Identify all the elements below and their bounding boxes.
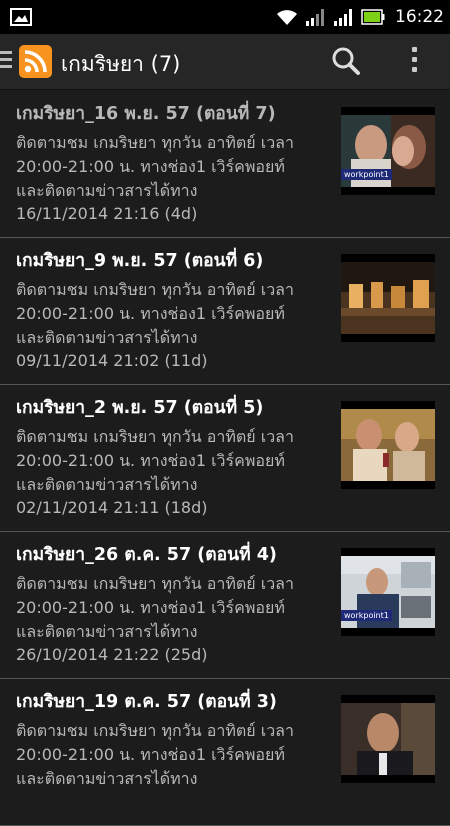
battery-icon — [361, 9, 385, 25]
status-bar: 16:22 — [0, 0, 450, 34]
desc-line: และติดตามข่าวสารได้ทาง — [16, 328, 198, 347]
signal-icon — [334, 9, 352, 26]
page-title: เกมริษยา (7) — [61, 52, 181, 76]
desc-line: ติดตามชม เกมริษยา ทุกวัน อาทิตย์ เวลา — [16, 280, 294, 299]
item-thumbnail[interactable] — [341, 401, 435, 489]
feed-item[interactable]: เกมริษยา_2 พ.ย. 57 (ตอนที่ 5) ติดตามชม เ… — [0, 385, 450, 532]
gallery-icon — [10, 8, 32, 26]
signal-icon — [306, 9, 324, 26]
desc-line: 20:00-21:00 น. ทางช่อง1 เวิร์คพอยท์ — [16, 745, 285, 764]
item-thumbnail[interactable]: workpoint1 — [341, 548, 435, 636]
desc-line: และติดตามข่าวสารได้ทาง — [16, 622, 198, 641]
desc-line: และติดตามข่าวสารได้ทาง — [16, 475, 198, 494]
feed-item[interactable]: เกมริษยา_19 ต.ค. 57 (ตอนที่ 3) ติดตามชม … — [0, 679, 450, 826]
item-date: 02/11/2014 21:11 (18d) — [16, 498, 208, 517]
item-title: เกมริษยา_9 พ.ย. 57 (ตอนที่ 6) — [16, 251, 264, 271]
desc-line: 20:00-21:00 น. ทางช่อง1 เวิร์คพอยท์ — [16, 598, 285, 617]
feed-item[interactable]: เกมริษยา_16 พ.ย. 57 (ตอนที่ 7) ติดตามชม … — [0, 91, 450, 238]
desc-line: ติดตามชม เกมริษยา ทุกวัน อาทิตย์ เวลา — [16, 427, 294, 446]
search-icon[interactable] — [330, 45, 362, 77]
action-bar: เกมริษยา (7) — [0, 34, 450, 90]
desc-line: และติดตามข่าวสารได้ทาง — [16, 769, 198, 788]
item-thumbnail[interactable] — [341, 254, 435, 342]
channel-logo: workpoint1 — [341, 169, 392, 180]
item-title: เกมริษยา_2 พ.ย. 57 (ตอนที่ 5) — [16, 398, 264, 418]
item-description: ติดตามชม เกมริษยา ทุกวัน อาทิตย์ เวลา 20… — [16, 131, 332, 203]
desc-line: ติดตามชม เกมริษยา ทุกวัน อาทิตย์ เวลา — [16, 133, 294, 152]
rss-feed-icon[interactable] — [19, 45, 52, 78]
item-title: เกมริษยา_16 พ.ย. 57 (ตอนที่ 7) — [16, 104, 276, 124]
item-description: ติดตามชม เกมริษยา ทุกวัน อาทิตย์ เวลา 20… — [16, 572, 332, 644]
item-description: ติดตามชม เกมริษยา ทุกวัน อาทิตย์ เวลา 20… — [16, 425, 332, 497]
feed-item[interactable]: เกมริษยา_26 ต.ค. 57 (ตอนที่ 4) ติดตามชม … — [0, 532, 450, 679]
item-thumbnail[interactable]: workpoint1 — [341, 107, 435, 195]
item-date: 09/11/2014 21:02 (11d) — [16, 351, 208, 370]
desc-line: และติดตามข่าวสารได้ทาง — [16, 181, 198, 200]
thumbnail-image — [341, 409, 435, 481]
channel-logo: workpoint1 — [341, 610, 392, 621]
thumbnail-image — [341, 262, 435, 334]
thumbnail-image — [341, 703, 435, 775]
item-date: 26/10/2014 21:22 (25d) — [16, 645, 208, 664]
desc-line: 20:00-21:00 น. ทางช่อง1 เวิร์คพอยท์ — [16, 304, 285, 323]
clock-text: 16:22 — [395, 7, 444, 27]
desc-line: 20:00-21:00 น. ทางช่อง1 เวิร์คพอยท์ — [16, 157, 285, 176]
item-description: ติดตามชม เกมริษยา ทุกวัน อาทิตย์ เวลา 20… — [16, 278, 332, 350]
item-thumbnail[interactable] — [341, 695, 435, 783]
desc-line: 20:00-21:00 น. ทางช่อง1 เวิร์คพอยท์ — [16, 451, 285, 470]
feed-list: เกมริษยา_16 พ.ย. 57 (ตอนที่ 7) ติดตามชม … — [0, 91, 450, 826]
item-description: ติดตามชม เกมริษยา ทุกวัน อาทิตย์ เวลา 20… — [16, 719, 332, 791]
overflow-menu-icon[interactable] — [409, 47, 419, 77]
item-title: เกมริษยา_26 ต.ค. 57 (ตอนที่ 4) — [16, 545, 277, 565]
desc-line: ติดตามชม เกมริษยา ทุกวัน อาทิตย์ เวลา — [16, 721, 294, 740]
item-date: 16/11/2014 21:16 (4d) — [16, 204, 198, 223]
feed-item[interactable]: เกมริษยา_9 พ.ย. 57 (ตอนที่ 6) ติดตามชม เ… — [0, 238, 450, 385]
item-title: เกมริษยา_19 ต.ค. 57 (ตอนที่ 3) — [16, 692, 277, 712]
wifi-icon — [277, 10, 297, 25]
drawer-icon[interactable] — [0, 51, 12, 73]
desc-line: ติดตามชม เกมริษยา ทุกวัน อาทิตย์ เวลา — [16, 574, 294, 593]
